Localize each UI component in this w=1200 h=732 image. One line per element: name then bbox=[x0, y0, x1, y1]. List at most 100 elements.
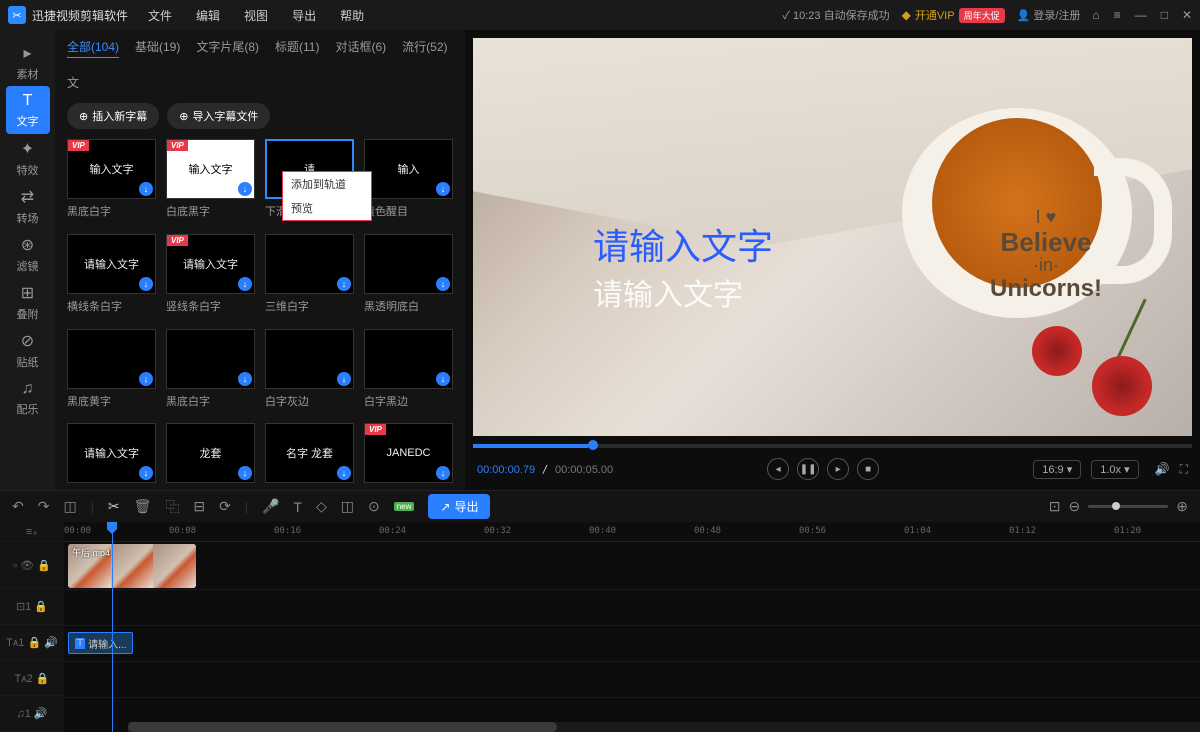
play-pause-button[interactable]: ❚❚ bbox=[797, 458, 819, 480]
audio-track-header[interactable]: ♫1 🔊 bbox=[0, 696, 64, 732]
prev-frame-button[interactable]: ◂ bbox=[767, 458, 789, 480]
text-template-card[interactable]: ↓ 三维白字 bbox=[265, 234, 354, 317]
menu-edit[interactable]: 编辑 bbox=[196, 7, 220, 24]
text-template-card[interactable]: ↓ 黑底白字 bbox=[166, 329, 255, 412]
download-icon[interactable]: ↓ bbox=[139, 372, 153, 386]
rotate-button[interactable]: ⟳ bbox=[219, 498, 231, 515]
sidebar-tab-1[interactable]: T文字 bbox=[6, 86, 50, 134]
close-icon[interactable]: ✕ bbox=[1182, 8, 1192, 22]
download-icon[interactable]: ↓ bbox=[436, 372, 450, 386]
redo-button[interactable]: ↷ bbox=[38, 498, 50, 515]
timeline-ruler[interactable]: 00:0000:0800:1600:2400:3200:4000:4800:56… bbox=[64, 522, 1200, 542]
overlay-text-1[interactable]: 请输入文字 bbox=[593, 218, 773, 270]
text-template-card[interactable]: 请 ↓ 添加到轨道 预览 下滑白字 bbox=[265, 139, 354, 222]
marker-button[interactable]: ◇ bbox=[316, 498, 327, 515]
text-track-2[interactable] bbox=[64, 662, 1200, 698]
video-clip[interactable] bbox=[68, 544, 196, 588]
sidebar-tab-3[interactable]: ⇄转场 bbox=[6, 182, 50, 230]
text-template-card[interactable]: ↓ 白字灰边 bbox=[265, 329, 354, 412]
sidebar-tab-2[interactable]: ✦特效 bbox=[6, 134, 50, 182]
sidebar-tab-5[interactable]: ⊞叠附 bbox=[6, 278, 50, 326]
video-track[interactable] bbox=[64, 542, 1200, 590]
maximize-icon[interactable]: □ bbox=[1161, 8, 1168, 22]
download-icon[interactable]: ↓ bbox=[436, 466, 450, 480]
text-track-1[interactable]: T请输入... bbox=[64, 626, 1200, 662]
home-icon[interactable]: ⌂ bbox=[1092, 8, 1099, 22]
copy-button[interactable]: ⿻ bbox=[165, 497, 179, 517]
fullscreen-icon[interactable]: ⛶ bbox=[1180, 462, 1188, 477]
download-icon[interactable]: ↓ bbox=[337, 372, 351, 386]
sidebar-tab-6[interactable]: ⊘贴纸 bbox=[6, 326, 50, 374]
tag-button[interactable]: ◫ bbox=[341, 498, 354, 515]
download-icon[interactable]: ↓ bbox=[436, 182, 450, 196]
login-link[interactable]: 👤 登录/注册 bbox=[1017, 7, 1081, 23]
speed-button[interactable]: ⊙ bbox=[368, 498, 380, 515]
category-tab-5[interactable]: 流行(52) bbox=[402, 38, 447, 58]
menu-icon[interactable]: ≡ bbox=[1114, 8, 1121, 22]
text-track-2-header[interactable]: Tᴀ2 🔒 bbox=[0, 661, 64, 697]
fit-button[interactable]: ⊡ bbox=[1049, 498, 1061, 515]
download-icon[interactable]: ↓ bbox=[436, 277, 450, 291]
text-template-card[interactable]: VIP 输入文字 ↓ 黑底白字 bbox=[67, 139, 156, 222]
text-template-card[interactable]: ↓ 白字黑边 bbox=[364, 329, 453, 412]
delete-button[interactable]: 🗑 bbox=[134, 498, 152, 515]
text-template-card[interactable]: 龙套 ↓ bbox=[166, 423, 255, 490]
playhead[interactable] bbox=[112, 522, 113, 732]
crop-button[interactable]: ◫ bbox=[63, 498, 76, 515]
menu-export[interactable]: 导出 bbox=[292, 7, 316, 24]
cut-button[interactable]: ✂ bbox=[108, 498, 120, 515]
context-preview[interactable]: 预览 bbox=[283, 196, 371, 220]
download-icon[interactable]: ↓ bbox=[139, 466, 153, 480]
video-track-header[interactable]: ▫ 👁 🔒 bbox=[0, 542, 64, 590]
text-template-card[interactable]: VIP JANEDC ↓ bbox=[364, 423, 453, 490]
stop-button[interactable]: ■ bbox=[857, 458, 879, 480]
category-tab-0[interactable]: 全部(104) bbox=[67, 38, 119, 58]
undo-button[interactable]: ↶ bbox=[12, 498, 24, 515]
overlay-text-2[interactable]: 请输入文字 bbox=[593, 270, 773, 314]
text-template-card[interactable]: VIP 请输入文字 ↓ 竖线条白字 bbox=[166, 234, 255, 317]
download-icon[interactable]: ↓ bbox=[238, 182, 252, 196]
export-button[interactable]: ↗ 导出 bbox=[428, 494, 490, 519]
import-subtitle-button[interactable]: ⊕导入字幕文件 bbox=[167, 103, 270, 129]
category-tab-2[interactable]: 文字片尾(8) bbox=[196, 38, 259, 58]
preview-progress[interactable] bbox=[473, 444, 1192, 448]
menu-view[interactable]: 视图 bbox=[244, 7, 268, 24]
menu-file[interactable]: 文件 bbox=[148, 7, 172, 24]
sidebar-tab-7[interactable]: ♫配乐 bbox=[6, 374, 50, 422]
add-track-button[interactable]: ≡₊ bbox=[0, 522, 64, 542]
overlay-track-header[interactable]: ⊡1 🔒 bbox=[0, 589, 64, 625]
preview-video[interactable]: I ♥ Believe ·in· Unicorns! 请输入文字 请输入文字 bbox=[473, 38, 1192, 436]
category-tab-6[interactable]: 文 bbox=[67, 74, 79, 91]
text-track-1-header[interactable]: Tᴀ1 🔒 🔊 bbox=[0, 625, 64, 661]
download-icon[interactable]: ↓ bbox=[337, 277, 351, 291]
download-icon[interactable]: ↓ bbox=[238, 372, 252, 386]
text-template-card[interactable]: ↓ 黑底黄字 bbox=[67, 329, 156, 412]
split-button[interactable]: ⊟ bbox=[193, 498, 205, 515]
aspect-select[interactable]: 16:9 ▾ bbox=[1033, 460, 1081, 479]
text-template-card[interactable]: 输入 ↓ 黄色醒目 bbox=[364, 139, 453, 222]
sidebar-tab-4[interactable]: ⊛滤镜 bbox=[6, 230, 50, 278]
text-template-card[interactable]: 请输入文字 ↓ 横线条白字 bbox=[67, 234, 156, 317]
download-icon[interactable]: ↓ bbox=[139, 277, 153, 291]
download-icon[interactable]: ↓ bbox=[337, 466, 351, 480]
category-tab-3[interactable]: 标题(11) bbox=[275, 38, 319, 58]
mic-button[interactable]: 🎤 bbox=[262, 498, 279, 515]
category-tab-1[interactable]: 基础(19) bbox=[135, 38, 180, 58]
overlay-track[interactable] bbox=[64, 590, 1200, 626]
text-template-card[interactable]: 请输入文字 ↓ bbox=[67, 423, 156, 490]
volume-icon[interactable]: 🔊 bbox=[1155, 462, 1170, 476]
text-tool-button[interactable]: T bbox=[293, 499, 302, 515]
zoom-in-button[interactable]: ⊕ bbox=[1176, 498, 1188, 515]
download-icon[interactable]: ↓ bbox=[238, 466, 252, 480]
next-frame-button[interactable]: ▸ bbox=[827, 458, 849, 480]
horizontal-scrollbar[interactable] bbox=[128, 722, 1200, 732]
minimize-icon[interactable]: — bbox=[1135, 8, 1147, 22]
insert-subtitle-button[interactable]: ⊕插入新字幕 bbox=[67, 103, 159, 129]
text-clip[interactable]: T请输入... bbox=[68, 632, 133, 654]
zoom-slider[interactable] bbox=[1088, 505, 1168, 508]
vip-link[interactable]: 开通VIP bbox=[915, 7, 955, 23]
download-icon[interactable]: ↓ bbox=[139, 182, 153, 196]
menu-help[interactable]: 帮助 bbox=[340, 7, 364, 24]
zoom-out-button[interactable]: ⊖ bbox=[1069, 498, 1081, 515]
text-template-card[interactable]: ↓ 黑透明底白 bbox=[364, 234, 453, 317]
